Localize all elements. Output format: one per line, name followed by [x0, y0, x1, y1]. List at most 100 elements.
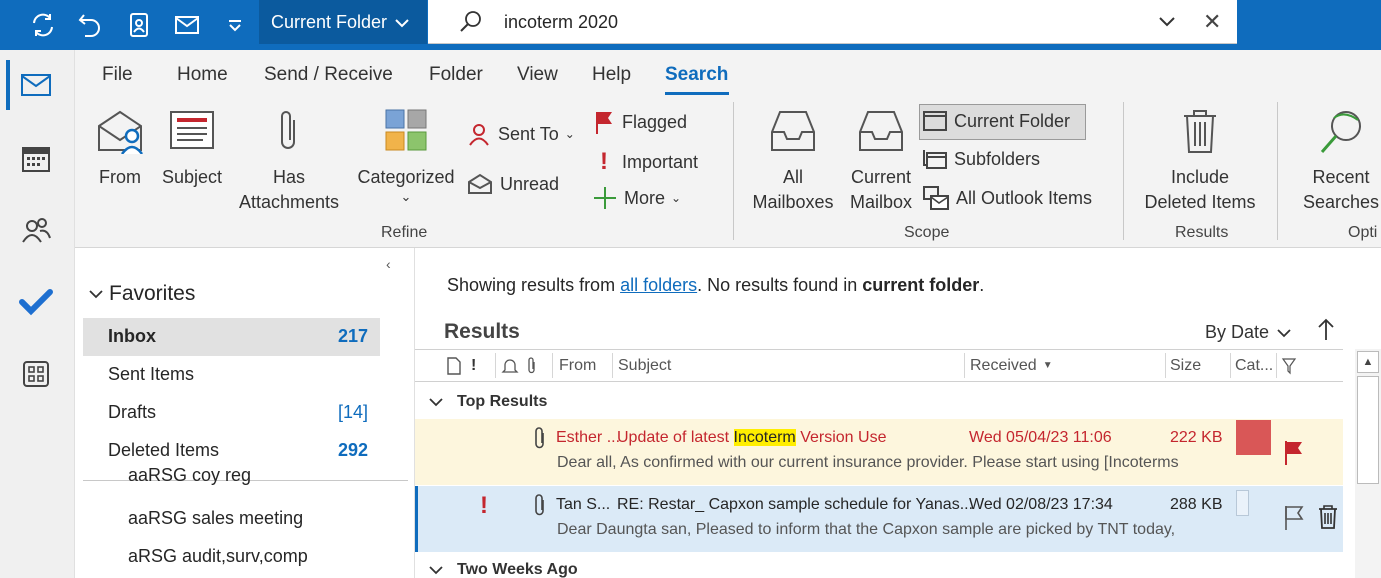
category-color-block[interactable]	[1236, 420, 1271, 455]
close-search-icon[interactable]: ✕	[1203, 9, 1221, 35]
from-button[interactable]: From	[93, 108, 147, 190]
mail-nav-icon[interactable]	[18, 67, 54, 103]
folder-drafts[interactable]: Drafts [14]	[83, 394, 380, 432]
column-received[interactable]: Received ▼	[970, 350, 1053, 381]
document-icon[interactable]	[447, 350, 461, 381]
include-deleted-items-button[interactable]: Include Deleted Items	[1137, 108, 1263, 215]
search-box[interactable]: incoterm 2020 ✕	[428, 0, 1237, 44]
flag-outline-icon[interactable]	[1283, 504, 1305, 535]
folder-aarsg-sales-meeting[interactable]: aaRSG sales meeting	[83, 500, 380, 538]
folder-sent-items[interactable]: Sent Items	[83, 356, 380, 394]
folder-icon	[923, 110, 947, 132]
flag-filter-icon[interactable]	[1281, 350, 1297, 381]
has-attachments-button[interactable]: Has Attachments	[233, 108, 345, 215]
scroll-up-arrow-icon[interactable]: ▲	[1357, 351, 1379, 373]
current-mailbox-button[interactable]: Current Mailbox	[845, 108, 917, 215]
flagged-label: Flagged	[622, 111, 688, 132]
current-folder-scope-dropdown[interactable]: Current Folder	[259, 0, 427, 44]
message-received: Wed 05/04/23 11:06	[969, 429, 1112, 446]
recent-searches-button[interactable]: Recent Searches	[1293, 108, 1381, 215]
sent-to-button[interactable]: Sent To ⌄	[467, 122, 575, 146]
mail-icon[interactable]	[170, 8, 204, 42]
categorized-button[interactable]: Categorized ⌄	[353, 108, 459, 204]
todo-nav-icon[interactable]	[18, 284, 54, 320]
search-options-chevron-icon[interactable]	[1158, 12, 1176, 35]
folder-aarsg-coy-reg[interactable]: aaRSG coy reg	[83, 463, 380, 485]
search-info-bar: Showing results from all folders. No res…	[447, 275, 984, 296]
column-subject[interactable]: Subject	[618, 350, 671, 381]
inbox-tray-icon	[750, 108, 836, 161]
tab-search[interactable]: Search	[665, 64, 728, 86]
folder-arsg-audit[interactable]: aRSG audit,surv,comp	[83, 538, 380, 576]
column-from[interactable]: From	[559, 350, 596, 381]
current-folder-button[interactable]: Current Folder	[923, 110, 1070, 132]
people-nav-icon[interactable]	[18, 212, 54, 248]
tab-home[interactable]: Home	[177, 64, 228, 86]
favorites-header[interactable]: Favorites	[89, 282, 195, 306]
folder-name: Deleted Items	[108, 440, 220, 460]
title-bar: Current Folder incoterm 2020 ✕	[0, 0, 1381, 50]
message-row[interactable]: ! Tan S... RE: Restar_ Capxon sample sch…	[415, 486, 1343, 552]
flag-icon[interactable]	[1283, 439, 1305, 470]
current-mailbox-line2: Mailbox	[849, 192, 913, 212]
collapse-pane-icon[interactable]: ‹	[386, 256, 391, 272]
sync-icon[interactable]	[26, 8, 60, 42]
undo-icon[interactable]	[73, 8, 107, 42]
sort-direction-icon[interactable]	[1317, 318, 1335, 347]
importance-column-icon[interactable]: !	[471, 350, 476, 381]
trash-icon	[1137, 108, 1263, 161]
folder-inbox[interactable]: Inbox 217	[83, 318, 380, 356]
reminder-icon[interactable]	[501, 350, 519, 381]
chevron-down-icon	[89, 289, 103, 299]
unread-button[interactable]: Unread	[467, 173, 559, 195]
ribbon-separator	[733, 102, 734, 240]
all-outlook-items-label: All Outlook Items	[956, 187, 1093, 208]
item-count: [14]	[337, 402, 368, 422]
column-size[interactable]: Size	[1170, 350, 1201, 381]
important-button[interactable]: ! Important	[593, 148, 698, 176]
more-button[interactable]: More ⌄	[593, 186, 681, 210]
column-separator	[1276, 353, 1277, 378]
apps-nav-icon[interactable]	[18, 356, 54, 392]
all-folders-link[interactable]: all folders	[620, 275, 697, 295]
tab-file[interactable]: File	[102, 64, 133, 86]
scroll-thumb[interactable]	[1357, 376, 1379, 484]
column-categories[interactable]: Cat...	[1235, 350, 1273, 381]
ribbon-separator	[1123, 102, 1124, 240]
subfolders-icon	[923, 148, 947, 170]
group-header-top-results[interactable]: Top Results	[415, 386, 1343, 418]
category-placeholder[interactable]	[1236, 490, 1249, 516]
subject-button[interactable]: Subject	[160, 108, 224, 190]
results-scrollbar[interactable]: ▲	[1355, 349, 1381, 578]
message-row[interactable]: Esther ... Update of latest Incoterm Ver…	[415, 419, 1343, 485]
all-mailboxes-line2: Mailboxes	[752, 192, 834, 212]
calendar-nav-icon[interactable]	[18, 140, 54, 176]
search-input[interactable]: incoterm 2020	[504, 12, 618, 33]
column-separator	[964, 353, 965, 378]
delete-icon[interactable]	[1317, 504, 1339, 535]
sort-by-dropdown[interactable]: By Date	[1205, 322, 1291, 343]
from-label: From	[99, 167, 141, 187]
all-mailboxes-button[interactable]: All Mailboxes	[750, 108, 836, 215]
message-received: Wed 02/08/23 17:34	[969, 496, 1113, 513]
categories-icon	[353, 108, 459, 161]
tab-view[interactable]: View	[517, 64, 558, 86]
all-items-icon	[923, 186, 949, 210]
column-separator	[612, 353, 613, 378]
message-subject: Update of latest Incoterm Version Use	[617, 429, 886, 447]
address-book-icon[interactable]	[122, 8, 156, 42]
subfolders-button[interactable]: Subfolders	[923, 148, 1040, 170]
scope-group-label: Scope	[904, 224, 950, 241]
tab-help[interactable]: Help	[592, 64, 631, 86]
received-label: Received	[970, 356, 1037, 374]
customize-toolbar-icon[interactable]	[218, 8, 252, 42]
group-header-two-weeks-ago[interactable]: Two Weeks Ago	[415, 554, 1343, 578]
message-preview: Dear Daungta san, Pleased to inform that…	[557, 521, 1176, 538]
magnifier-icon	[1293, 108, 1381, 161]
chevron-down-icon	[429, 397, 443, 407]
tab-send-receive[interactable]: Send / Receive	[264, 64, 393, 86]
tab-folder[interactable]: Folder	[429, 64, 483, 86]
attachment-column-icon[interactable]	[526, 350, 538, 381]
all-outlook-items-button[interactable]: All Outlook Items	[923, 186, 1092, 210]
flagged-button[interactable]: Flagged	[593, 110, 687, 134]
